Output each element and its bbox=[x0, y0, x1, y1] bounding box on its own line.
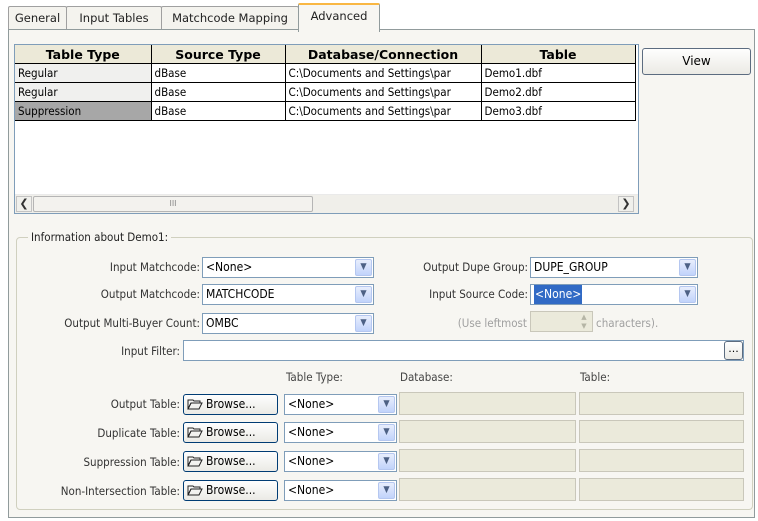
suppression-table-type-select[interactable]: <None> ▼ bbox=[284, 451, 397, 472]
input-source-code-label: Input Source Code: bbox=[429, 287, 528, 301]
output-table-browse-button[interactable]: Browse... bbox=[183, 394, 278, 415]
input-matchcode-select[interactable]: <None> ▼ bbox=[202, 257, 374, 278]
cell-database[interactable]: C:\Documents and Settings\par bbox=[285, 101, 482, 121]
cell-table[interactable]: Demo3.dbf bbox=[481, 101, 636, 121]
table-row-selected[interactable]: Suppression dBase C:\Documents and Setti… bbox=[15, 101, 636, 121]
input-filter-field[interactable] bbox=[183, 340, 744, 361]
chevron-down-icon[interactable]: ▼ bbox=[378, 482, 395, 499]
chevron-down-icon[interactable]: ▼ bbox=[378, 453, 395, 470]
chevron-down-icon[interactable]: ▼ bbox=[378, 424, 395, 441]
browse-label: Browse... bbox=[206, 483, 256, 497]
duplicate-table-database-field bbox=[399, 420, 576, 443]
duplicate-table-table-field bbox=[579, 420, 744, 443]
cell-source-type[interactable]: dBase bbox=[151, 63, 286, 83]
output-matchcode-select[interactable]: MATCHCODE ▼ bbox=[202, 284, 374, 305]
spin-down-icon[interactable]: ▼ bbox=[577, 322, 591, 331]
column-header-database-connection[interactable]: Database/Connection bbox=[285, 45, 482, 64]
non-intersection-table-type-select[interactable]: <None> ▼ bbox=[284, 480, 397, 501]
input-source-code-value: <None> bbox=[534, 285, 583, 304]
table-row[interactable]: Regular dBase C:\Documents and Settings\… bbox=[15, 63, 636, 83]
info-group-title: Information about Demo1: bbox=[28, 230, 172, 244]
duplicate-table-label: Duplicate Table: bbox=[97, 426, 180, 440]
tables-grid[interactable]: Table Type Source Type Database/Connecti… bbox=[14, 44, 639, 214]
column-header-table-type[interactable]: Table Type bbox=[15, 45, 152, 64]
output-multibuyer-value: OMBC bbox=[206, 316, 239, 330]
duplicate-table-type-value: <None> bbox=[288, 425, 335, 439]
non-intersection-table-browse-button[interactable]: Browse... bbox=[183, 480, 278, 501]
chevron-down-icon[interactable]: ▼ bbox=[355, 259, 372, 276]
output-dupe-group-label: Output Dupe Group: bbox=[423, 260, 528, 274]
cell-table-type[interactable]: Suppression bbox=[15, 101, 152, 121]
folder-open-icon bbox=[187, 485, 203, 496]
output-multibuyer-select[interactable]: OMBC ▼ bbox=[202, 313, 374, 334]
browse-label: Browse... bbox=[206, 397, 256, 411]
scroll-left-icon[interactable]: ❮ bbox=[16, 196, 32, 212]
cell-table-type[interactable]: Regular bbox=[15, 82, 152, 102]
output-matchcode-label: Output Matchcode: bbox=[100, 287, 200, 301]
chevron-down-icon[interactable]: ▼ bbox=[355, 286, 372, 303]
cell-table[interactable]: Demo2.dbf bbox=[481, 82, 636, 102]
non-intersection-table-type-value: <None> bbox=[288, 483, 335, 497]
horizontal-scrollbar[interactable]: ❮ III ❯ bbox=[15, 194, 638, 213]
cell-database[interactable]: C:\Documents and Settings\par bbox=[285, 63, 482, 83]
column-header-source-type[interactable]: Source Type bbox=[151, 45, 286, 64]
suppression-table-browse-button[interactable]: Browse... bbox=[183, 451, 278, 472]
folder-open-icon bbox=[187, 456, 203, 467]
output-dupe-group-select[interactable]: DUPE_GROUP ▼ bbox=[530, 257, 698, 278]
cell-source-type[interactable]: dBase bbox=[151, 82, 286, 102]
cell-database[interactable]: C:\Documents and Settings\par bbox=[285, 82, 482, 102]
use-leftmost-label: (Use leftmost bbox=[457, 316, 527, 330]
duplicate-table-type-select[interactable]: <None> ▼ bbox=[284, 422, 397, 443]
output-table-database-field bbox=[399, 392, 576, 415]
scrollbar-thumb[interactable]: III bbox=[33, 196, 313, 212]
tables-grid-table: Table Type Source Type Database/Connecti… bbox=[15, 45, 636, 121]
tab-advanced[interactable]: Advanced bbox=[298, 3, 380, 32]
chevron-down-icon[interactable]: ▼ bbox=[355, 315, 372, 332]
characters-label: characters). bbox=[596, 316, 659, 330]
chevron-down-icon[interactable]: ▼ bbox=[378, 396, 395, 413]
column-header-table[interactable]: Table bbox=[481, 45, 636, 64]
output-table-table-field bbox=[579, 392, 744, 415]
suppression-table-table-field bbox=[579, 449, 744, 472]
table-type-column-label: Table Type: bbox=[286, 370, 343, 384]
spin-up-icon[interactable]: ▲ bbox=[577, 313, 591, 322]
folder-open-icon bbox=[187, 399, 203, 410]
table-column-label: Table: bbox=[580, 370, 611, 384]
input-source-code-select[interactable]: <None> ▼ bbox=[530, 284, 698, 305]
tab-matchcode-mapping[interactable]: Matchcode Mapping bbox=[161, 6, 299, 29]
tab-general[interactable]: General bbox=[8, 6, 67, 29]
leftmost-characters-spinner[interactable]: ▲ ▼ bbox=[530, 311, 593, 332]
output-table-type-value: <None> bbox=[288, 397, 335, 411]
output-table-label: Output Table: bbox=[110, 397, 180, 411]
tab-input-tables[interactable]: Input Tables bbox=[66, 6, 162, 29]
cell-table-type[interactable]: Regular bbox=[15, 63, 152, 83]
input-matchcode-label: Input Matchcode: bbox=[109, 260, 200, 274]
input-matchcode-value: <None> bbox=[206, 260, 253, 274]
output-matchcode-value: MATCHCODE bbox=[206, 287, 275, 301]
non-intersection-table-database-field bbox=[399, 478, 576, 501]
suppression-table-type-value: <None> bbox=[288, 454, 335, 468]
input-filter-label: Input Filter: bbox=[121, 344, 180, 358]
chevron-down-icon[interactable]: ▼ bbox=[679, 259, 696, 276]
folder-open-icon bbox=[187, 427, 203, 438]
scroll-right-icon[interactable]: ❯ bbox=[618, 196, 634, 212]
output-dupe-group-value: DUPE_GROUP bbox=[534, 260, 608, 274]
chevron-down-icon[interactable]: ▼ bbox=[679, 286, 696, 303]
table-row[interactable]: Regular dBase C:\Documents and Settings\… bbox=[15, 82, 636, 102]
input-filter-ellipsis-button[interactable]: ... bbox=[724, 341, 743, 360]
non-intersection-table-table-field bbox=[579, 478, 744, 501]
duplicate-table-browse-button[interactable]: Browse... bbox=[183, 422, 278, 443]
cell-source-type[interactable]: dBase bbox=[151, 101, 286, 121]
browse-label: Browse... bbox=[206, 425, 256, 439]
browse-label: Browse... bbox=[206, 454, 256, 468]
suppression-table-database-field bbox=[399, 449, 576, 472]
suppression-table-label: Suppression Table: bbox=[83, 455, 180, 469]
cell-table[interactable]: Demo1.dbf bbox=[481, 63, 636, 83]
output-multibuyer-label: Output Multi-Buyer Count: bbox=[64, 316, 200, 330]
database-column-label: Database: bbox=[400, 370, 453, 384]
non-intersection-table-label: Non-Intersection Table: bbox=[60, 484, 180, 498]
view-button[interactable]: View bbox=[642, 48, 751, 75]
output-table-type-select[interactable]: <None> ▼ bbox=[284, 394, 397, 415]
